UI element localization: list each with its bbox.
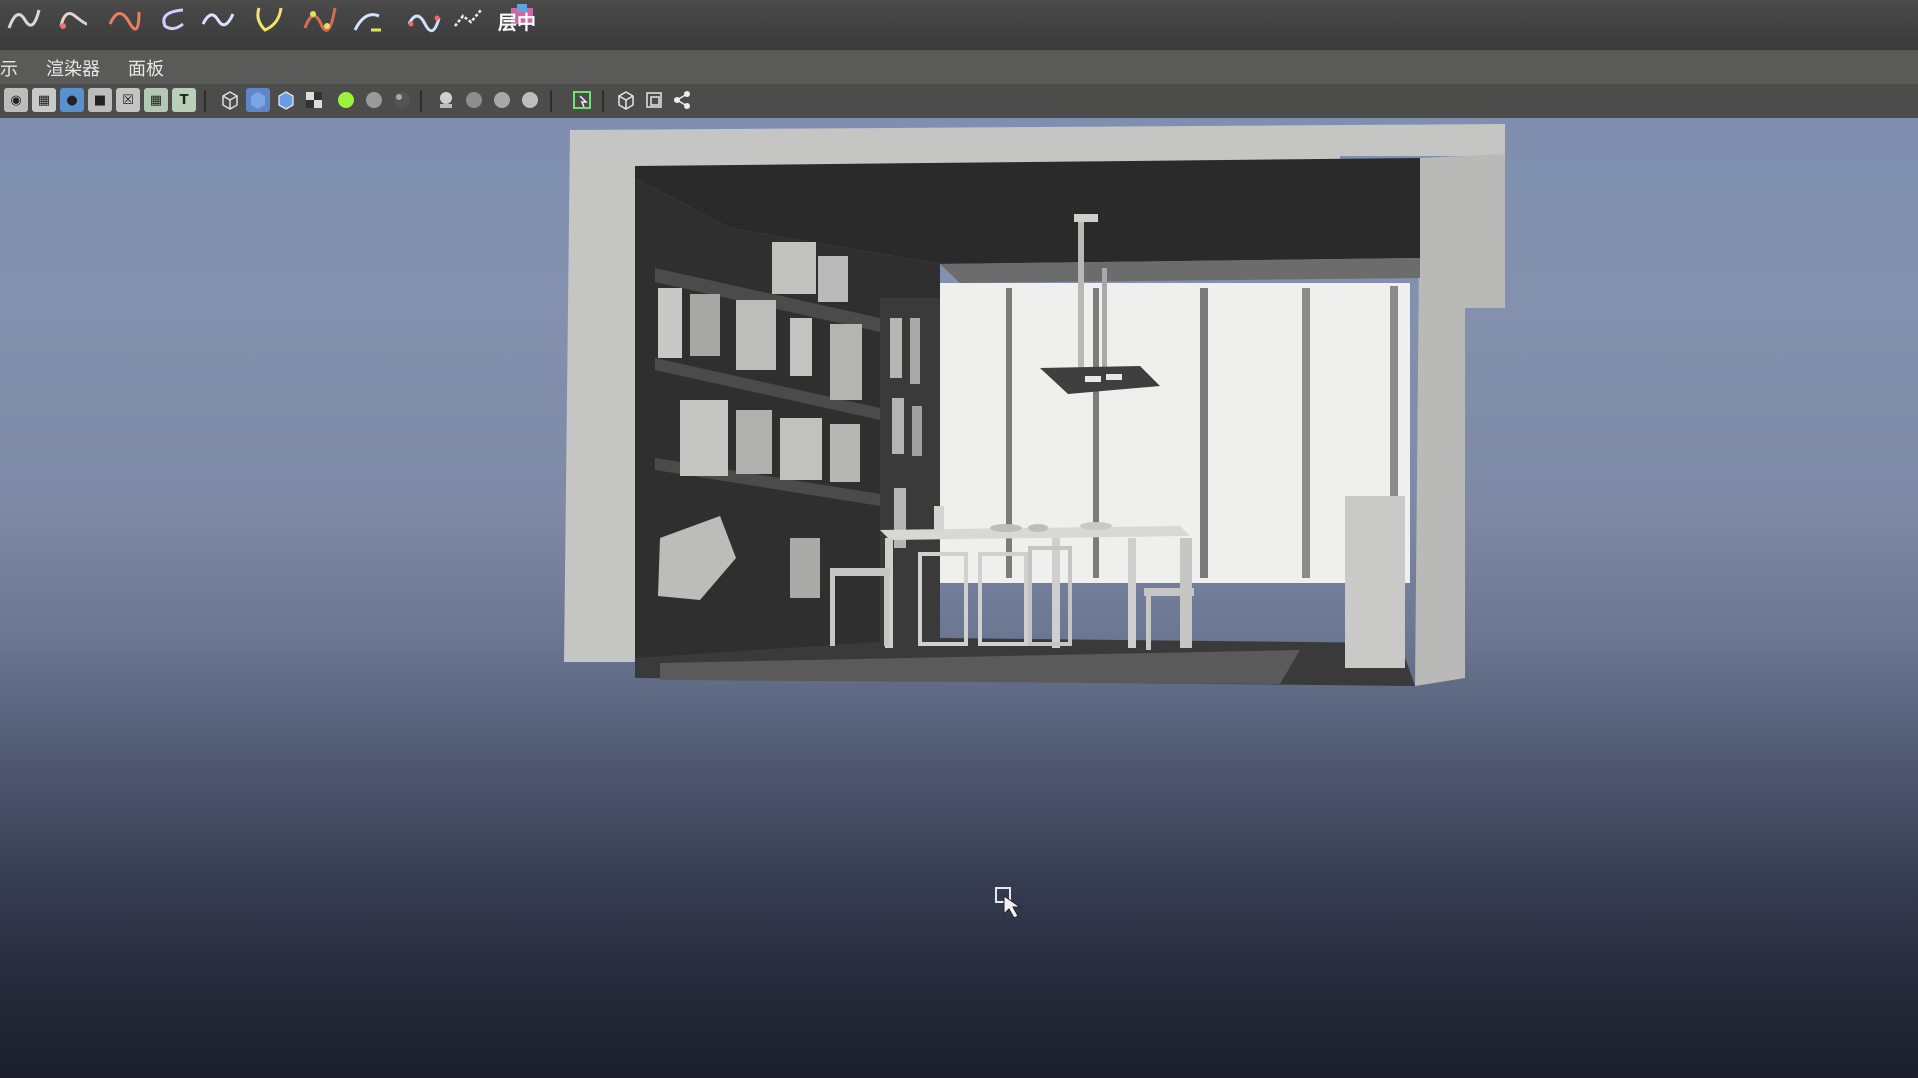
shelf-item [736, 300, 776, 370]
film-gate-icon[interactable]: ■ [88, 88, 112, 112]
side-cabinet [1345, 496, 1405, 668]
shelf-item [736, 410, 772, 474]
window-mullion [1302, 288, 1310, 578]
mouse-cursor-icon [995, 887, 1022, 919]
room-model[interactable] [540, 118, 1520, 718]
grey-sphere-icon[interactable] [362, 88, 386, 112]
chair-leg [884, 574, 889, 646]
xray-cube-icon[interactable] [614, 88, 638, 112]
shelf-item [830, 324, 862, 400]
curve-tool-icon[interactable] [4, 2, 44, 36]
shelf-item [772, 242, 816, 294]
table-leg [1052, 538, 1060, 648]
attach-curve-icon[interactable] [300, 2, 340, 36]
chair-back [1180, 538, 1192, 648]
lamp-light [1106, 374, 1122, 380]
window-mullion [1200, 288, 1208, 578]
shelf-item [790, 538, 820, 598]
shelf-item [790, 318, 812, 376]
checker-icon[interactable] [302, 88, 326, 112]
light-icon[interactable] [434, 88, 458, 112]
menu-show[interactable]: 示 [0, 55, 32, 81]
toolbar-separator [550, 90, 552, 112]
bezier-curve-icon[interactable] [198, 2, 238, 36]
wireframe-cube-icon[interactable] [218, 88, 242, 112]
menu-panels[interactable]: 面板 [114, 55, 178, 81]
shadow-icon[interactable] [462, 88, 486, 112]
shaded-wireframe-icon[interactable] [274, 88, 298, 112]
ep-curve-icon[interactable] [54, 2, 94, 36]
toolbar-separator [204, 90, 206, 112]
ambient-occlusion-icon[interactable] [490, 88, 514, 112]
field-chart-icon[interactable]: ▦ [144, 88, 168, 112]
shelf-item [910, 318, 920, 384]
shelf-item [658, 288, 682, 358]
shelf-item [690, 294, 720, 356]
chair-leg [830, 574, 835, 646]
shelf-item [890, 318, 902, 378]
toolbar-separator [420, 90, 422, 112]
xray-joints-icon[interactable] [642, 88, 666, 112]
shelf-item [780, 418, 822, 480]
image-plane-icon[interactable]: ● [60, 88, 84, 112]
isolate-select-icon[interactable] [570, 88, 594, 112]
chair-leg [1146, 594, 1151, 650]
grid-icon[interactable]: ▦ [32, 88, 56, 112]
bowl [1028, 524, 1048, 532]
resolution-gate-icon[interactable]: ☒ [116, 88, 140, 112]
plate [990, 524, 1022, 532]
room-right-wall [1415, 154, 1505, 686]
vase [934, 506, 944, 532]
plate [1080, 522, 1112, 530]
lamp-light [1085, 376, 1101, 382]
shelf-item [830, 424, 860, 482]
shelf-tool-label[interactable]: 层中 [498, 8, 536, 35]
hierarchy-icon[interactable] [670, 88, 694, 112]
table-leg [1128, 538, 1136, 648]
viewport-toolbar: ◉ ▦ ● ■ ☒ ▦ T [0, 84, 1918, 119]
camera-icon[interactable]: ◉ [4, 88, 28, 112]
shelf-item [912, 406, 922, 456]
text-curve-icon[interactable] [250, 2, 290, 36]
lamp-rod [1102, 268, 1107, 373]
viewport-3d[interactable] [0, 118, 1918, 1078]
green-sphere-icon[interactable] [334, 88, 358, 112]
safe-title-icon[interactable]: T [172, 88, 196, 112]
shelf-item [680, 400, 728, 476]
insert-knot-icon[interactable] [450, 2, 490, 36]
shelf-item [892, 398, 904, 454]
maya-window: 层中 示 渲染器 面板 ◉ ▦ ● ■ ☒ ▦ T [0, 0, 1918, 1078]
dark-sphere-icon[interactable] [390, 88, 414, 112]
chair-seat [830, 568, 890, 576]
panel-menu-bar: 示 渲染器 面板 [0, 52, 1918, 84]
arc-curve-icon[interactable] [152, 2, 192, 36]
shelf-item [818, 256, 848, 302]
smooth-shade-cube-icon[interactable] [246, 88, 270, 112]
rebuild-curve-icon[interactable] [404, 2, 444, 36]
motion-blur-icon[interactable] [518, 88, 542, 112]
detach-curve-icon[interactable] [348, 2, 388, 36]
toolbar-separator [602, 90, 604, 112]
pencil-curve-icon[interactable] [104, 2, 144, 36]
lamp-mount [1074, 214, 1098, 222]
menu-renderer[interactable]: 渲染器 [32, 55, 114, 81]
shelf-bar: 层中 [0, 0, 1918, 52]
lamp-rod [1078, 218, 1084, 373]
